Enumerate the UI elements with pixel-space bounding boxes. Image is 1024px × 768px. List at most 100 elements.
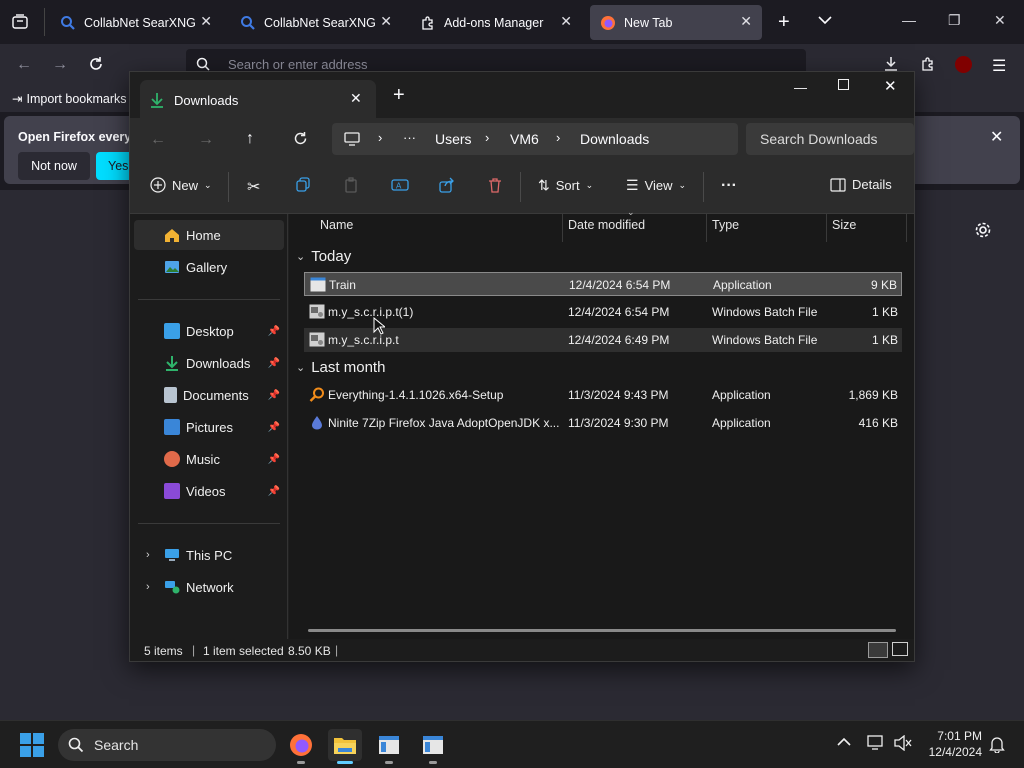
nav-item-downloads[interactable]: Downloads 📌: [134, 348, 284, 378]
close-tab-icon[interactable]: ✕: [350, 90, 362, 107]
chevron-right-icon[interactable]: ›: [556, 130, 560, 145]
taskbar-file-explorer[interactable]: [328, 729, 362, 764]
monitor-icon[interactable]: [344, 132, 360, 146]
see-more-button[interactable]: ···: [721, 177, 737, 195]
restore-icon[interactable]: ❐: [948, 12, 961, 29]
tiles-view-icon[interactable]: [892, 642, 908, 656]
nav-item-desktop[interactable]: Desktop 📌: [134, 316, 284, 346]
chevron-right-icon[interactable]: ›: [378, 130, 382, 145]
new-button[interactable]: New ⌄: [150, 177, 212, 193]
settings-gear-icon[interactable]: [974, 221, 992, 239]
nav-item-music[interactable]: Music 📌: [134, 444, 284, 474]
close-tab-icon[interactable]: ✕: [200, 13, 212, 30]
pin-icon[interactable]: 📌: [268, 486, 280, 497]
show-hidden-icons-chevron-icon[interactable]: [837, 737, 851, 747]
close-tab-icon[interactable]: ✕: [740, 13, 752, 30]
breadcrumb-vm6[interactable]: VM6: [510, 131, 539, 147]
pin-icon[interactable]: 📌: [268, 454, 280, 465]
nav-item-home[interactable]: Home: [134, 220, 284, 250]
chevron-right-icon[interactable]: ›: [485, 130, 489, 145]
column-header-date[interactable]: Date modified: [568, 218, 645, 232]
import-bookmarks-button[interactable]: ⇥ Import bookmarks: [12, 91, 127, 107]
pin-icon[interactable]: 📌: [268, 326, 280, 337]
delete-button[interactable]: [487, 177, 503, 193]
ublock-origin-icon[interactable]: [955, 56, 972, 73]
column-divider[interactable]: [562, 214, 563, 242]
close-notification-icon[interactable]: ✕: [990, 127, 1003, 147]
close-tab-icon[interactable]: ✕: [560, 13, 572, 30]
column-header-name[interactable]: Name: [320, 218, 353, 232]
column-divider[interactable]: [706, 214, 707, 242]
browser-tab[interactable]: CollabNet SearXNG ✕: [50, 5, 222, 40]
browser-tab[interactable]: CollabNet SearXNG ✕: [230, 5, 402, 40]
share-button[interactable]: [439, 177, 455, 193]
back-icon[interactable]: ←: [16, 56, 32, 74]
taskbar-search-box[interactable]: Search: [58, 729, 276, 761]
back-icon[interactable]: ←: [150, 131, 166, 149]
view-button[interactable]: ☰ View ⌄: [626, 177, 686, 194]
chevron-right-icon[interactable]: ›: [146, 549, 150, 561]
up-icon[interactable]: ↑: [246, 130, 254, 148]
column-divider[interactable]: [906, 214, 907, 242]
horizontal-scrollbar[interactable]: [308, 629, 896, 632]
downloads-icon[interactable]: [883, 56, 899, 72]
clock[interactable]: 7:01 PM 12/4/2024: [922, 728, 982, 760]
new-tab-icon[interactable]: +: [778, 11, 790, 34]
notification-bell-icon[interactable]: [989, 735, 1005, 753]
details-pane-button[interactable]: Details: [830, 177, 892, 192]
nav-item-gallery[interactable]: Gallery: [134, 252, 284, 282]
volume-muted-icon[interactable]: [894, 735, 912, 751]
close-window-icon[interactable]: ✕: [994, 12, 1006, 29]
file-row-ninite[interactable]: Ninite 7Zip Firefox Java AdoptOpenJDK x.…: [304, 411, 902, 435]
explorer-tab-downloads[interactable]: Downloads ✕: [140, 80, 376, 120]
file-row-script-1[interactable]: m.y_s.c.r.i.p.t(1) 12/4/2024 6:54 PM Win…: [304, 300, 902, 324]
close-tab-icon[interactable]: ✕: [380, 13, 392, 30]
browser-tab[interactable]: Add-ons Manager ✕: [410, 5, 582, 40]
column-divider[interactable]: [826, 214, 827, 242]
rename-button[interactable]: A: [391, 177, 409, 193]
start-windows-icon[interactable]: [20, 733, 44, 757]
column-header-type[interactable]: Type: [712, 218, 739, 232]
new-tab-icon[interactable]: +: [393, 84, 405, 107]
close-window-icon[interactable]: ✕: [884, 77, 897, 95]
copy-button[interactable]: [295, 177, 311, 193]
not-now-button[interactable]: Not now: [18, 152, 90, 180]
taskbar-app-window[interactable]: [416, 729, 450, 764]
search-downloads-input[interactable]: Search Downloads: [746, 123, 914, 155]
list-all-tabs-icon[interactable]: [817, 14, 833, 26]
pin-icon[interactable]: 📌: [268, 358, 280, 369]
refresh-icon[interactable]: [293, 131, 308, 146]
minimize-icon[interactable]: —: [902, 12, 916, 28]
breadcrumb-users[interactable]: Users: [435, 131, 472, 147]
sort-button[interactable]: ⇅ Sort ⌄: [538, 177, 593, 194]
forward-icon[interactable]: →: [198, 131, 214, 149]
nav-item-network[interactable]: › Network: [134, 572, 284, 602]
breadcrumb-overflow[interactable]: ···: [403, 130, 416, 145]
nav-item-videos[interactable]: Videos 📌: [134, 476, 284, 506]
group-header-last-month[interactable]: ⌄ Last month: [296, 359, 385, 376]
column-header-size[interactable]: Size: [832, 218, 856, 232]
file-row-everything-setup[interactable]: Everything-1.4.1.1026.x64-Setup 11/3/202…: [304, 383, 902, 407]
taskbar-firefox[interactable]: [284, 729, 318, 764]
extensions-icon[interactable]: [920, 56, 936, 72]
minimize-icon[interactable]: —: [794, 80, 807, 95]
nav-item-this-pc[interactable]: › This PC: [134, 540, 284, 570]
file-row-script[interactable]: m.y_s.c.r.i.p.t 12/4/2024 6:49 PM Window…: [304, 328, 902, 352]
pin-icon[interactable]: 📌: [268, 390, 280, 401]
cut-button[interactable]: ✂: [247, 177, 260, 197]
reload-icon[interactable]: [88, 56, 104, 72]
nav-item-documents[interactable]: Documents 📌: [134, 380, 284, 410]
maximize-icon[interactable]: [838, 79, 849, 90]
details-view-icon[interactable]: [868, 642, 888, 658]
group-header-today[interactable]: ⌄ Today: [296, 248, 351, 265]
display-icon[interactable]: [867, 735, 885, 751]
tab-list-icon[interactable]: [12, 14, 28, 30]
nav-item-pictures[interactable]: Pictures 📌: [134, 412, 284, 442]
chevron-right-icon[interactable]: ›: [146, 581, 150, 593]
browser-tab-active[interactable]: New Tab ✕: [590, 5, 762, 40]
pin-icon[interactable]: 📌: [268, 422, 280, 433]
taskbar-app-window[interactable]: [372, 729, 406, 764]
hamburger-menu-icon[interactable]: ☰: [992, 56, 1006, 76]
forward-icon[interactable]: →: [52, 56, 68, 74]
breadcrumb-downloads[interactable]: Downloads: [580, 131, 649, 147]
